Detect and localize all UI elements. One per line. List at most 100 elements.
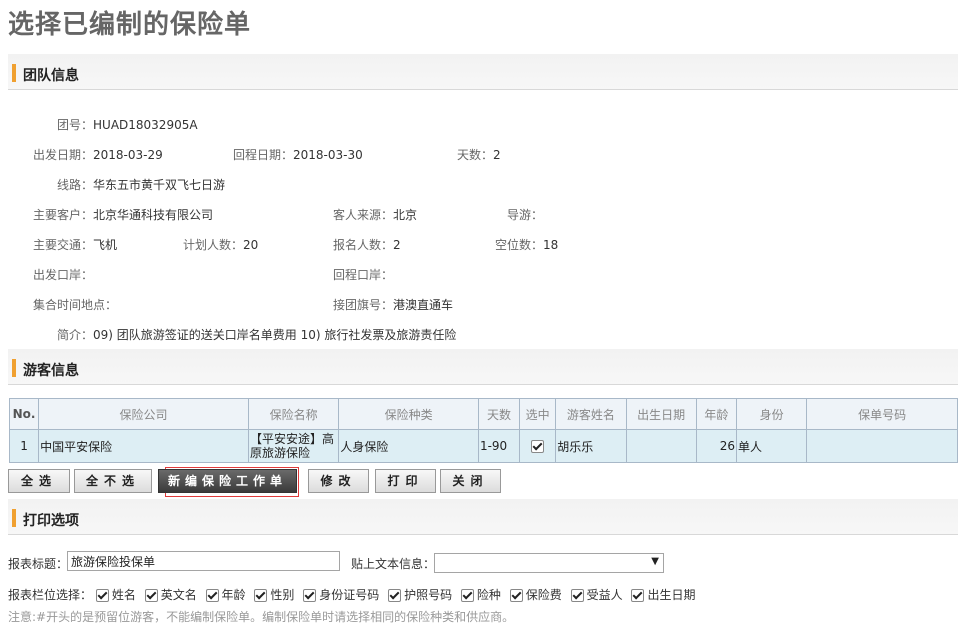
vacant-label: 空位数： (495, 238, 544, 252)
table-header-row: No. 保险公司 保险名称 保险种类 天数 选中 游客姓名 出生日期 年龄 身份… (8, 398, 958, 430)
team-info-header: 团队信息 (8, 54, 958, 90)
column-option-gender[interactable]: 性别 (254, 586, 294, 603)
column-option-premium[interactable]: 保险费 (509, 586, 562, 603)
flag-row: 接团旗号：港澳直通车 (333, 296, 453, 313)
group-no-label: 团号： (57, 118, 94, 132)
source-row: 客人来源：北京 (333, 206, 417, 223)
days-label: 天数： (457, 148, 494, 162)
checkbox-icon[interactable] (144, 589, 158, 602)
guest-info-header: 游客信息 (8, 349, 958, 385)
flag-value: 港澳直通车 (393, 298, 454, 312)
route-value: 华东五市黄千双飞七日游 (93, 178, 226, 192)
section-accent (12, 509, 16, 527)
col-header-identity[interactable]: 身份 (735, 398, 808, 430)
cell-insurance-type: 人身保险 (338, 429, 479, 463)
route-row: 线路：华东五市黄千双飞七日游 (57, 176, 225, 193)
close-button[interactable]: 关闭 (440, 469, 501, 493)
depart-port-label: 出发口岸： (33, 268, 94, 282)
select-all-button[interactable]: 全选 (8, 469, 70, 493)
column-option-age[interactable]: 年龄 (205, 586, 246, 603)
col-header-insurance-name[interactable]: 保险名称 (247, 398, 340, 430)
cell-no: 1 (8, 429, 40, 463)
group-no-row: 团号：HUAD18032905A (57, 116, 198, 133)
checkbox-icon[interactable] (388, 589, 402, 602)
checkbox-icon[interactable] (95, 589, 109, 602)
source-label: 客人来源： (333, 208, 394, 222)
col-header-age[interactable]: 年龄 (695, 398, 737, 430)
summary-row: 简介：09) 团队旅游签证的送关口岸名单费用 10) 旅行社发票及旅游责任险 (57, 326, 456, 343)
column-option-english-name[interactable]: 英文名 (144, 586, 197, 603)
meet-row: 集合时间地点： (33, 296, 117, 313)
col-header-insurance-type[interactable]: 保险种类 (338, 398, 479, 430)
edit-button[interactable]: 修改 (308, 469, 369, 493)
column-option-birth-date[interactable]: 出生日期 (631, 586, 695, 603)
signed-label: 报名人数： (333, 238, 394, 252)
return-port-row: 回程口岸： (333, 266, 393, 283)
cell-company: 中国平安保险 (38, 429, 249, 463)
signed-value: 2 (393, 238, 401, 252)
transport-label: 主要交通： (33, 238, 94, 252)
report-title-label: 报表标题： (8, 557, 69, 571)
print-button[interactable]: 打印 (375, 469, 436, 493)
new-insurance-sheet-button[interactable]: 新编保险工作单 (158, 469, 297, 493)
cell-age: 26 (695, 429, 737, 463)
col-header-no[interactable]: No. (8, 398, 40, 430)
checkbox-icon[interactable] (254, 589, 268, 602)
checkbox-icon[interactable] (631, 589, 645, 602)
section-accent (12, 359, 16, 377)
column-option-passport[interactable]: 护照号码 (388, 586, 452, 603)
checkbox-icon[interactable] (205, 589, 219, 602)
client-label: 主要客户： (33, 208, 94, 222)
summary-value: 09) 团队旅游签证的送关口岸名单费用 10) 旅行社发票及旅游责任险 (93, 328, 457, 342)
depart-date-value: 2018-03-29 (93, 148, 163, 162)
cell-selected (519, 429, 557, 463)
table-row[interactable]: 1 中国平安保险 【平安安途】高原旅游保险 人身保险 1-90 胡乐乐 26 单… (8, 429, 958, 463)
report-title-input[interactable] (67, 551, 340, 571)
cell-identity: 单人 (735, 429, 808, 463)
vacant-row: 空位数：18 (495, 236, 558, 253)
return-port-label: 回程口岸： (333, 268, 394, 282)
col-header-policy-no[interactable]: 保单号码 (806, 398, 958, 430)
row-select-checkbox[interactable] (531, 440, 545, 453)
guide-row: 导游： (507, 206, 543, 223)
cell-insurance-name: 【平安安途】高原旅游保险 (247, 429, 340, 463)
checkbox-icon[interactable] (509, 589, 523, 602)
signed-row: 报名人数：2 (333, 236, 401, 253)
team-info-title: 团队信息 (23, 68, 79, 84)
column-option-insurance-type[interactable]: 险种 (460, 586, 501, 603)
section-accent (12, 64, 16, 82)
paste-text-select[interactable]: ▼ (434, 553, 664, 573)
col-header-selected[interactable]: 选中 (519, 398, 557, 430)
col-header-company[interactable]: 保险公司 (38, 398, 249, 430)
column-option-beneficiary[interactable]: 受益人 (570, 586, 623, 603)
cell-guest-name: 胡乐乐 (555, 429, 627, 463)
client-value: 北京华通科技有限公司 (93, 208, 214, 222)
days-value: 2 (493, 148, 501, 162)
checkbox-icon[interactable] (570, 589, 584, 602)
page-title: 选择已编制的保险单 (8, 10, 252, 40)
report-columns-row: 报表栏位选择： 姓名 英文名 年龄 性别 身份证号码 护照号码 险种 保险费 受… (8, 586, 700, 603)
checkbox-icon[interactable] (460, 589, 474, 602)
col-header-guest-name[interactable]: 游客姓名 (555, 398, 627, 430)
column-option-name[interactable]: 姓名 (95, 586, 136, 603)
checkbox-icon[interactable] (303, 589, 317, 602)
column-option-id-number[interactable]: 身份证号码 (303, 586, 379, 603)
col-header-birth[interactable]: 出生日期 (625, 398, 697, 430)
report-columns-label: 报表栏位选择： (8, 588, 93, 602)
return-date-row: 回程日期：2018-03-30 (233, 146, 363, 163)
depart-date-label: 出发日期： (33, 148, 94, 162)
planned-row: 计划人数：20 (183, 236, 258, 253)
transport-value: 飞机 (93, 238, 118, 252)
col-header-days[interactable]: 天数 (477, 398, 521, 430)
print-options-header: 打印选项 (8, 499, 958, 535)
return-date-value: 2018-03-30 (293, 148, 363, 162)
days-row: 天数：2 (457, 146, 501, 163)
route-label: 线路： (57, 178, 94, 192)
print-options-title: 打印选项 (23, 513, 79, 529)
flag-label: 接团旗号： (333, 298, 394, 312)
client-row: 主要客户：北京华通科技有限公司 (33, 206, 213, 223)
cell-policy-no (806, 429, 958, 463)
vacant-value: 18 (543, 238, 559, 252)
select-none-button[interactable]: 全不选 (74, 469, 152, 493)
return-date-label: 回程日期： (233, 148, 294, 162)
